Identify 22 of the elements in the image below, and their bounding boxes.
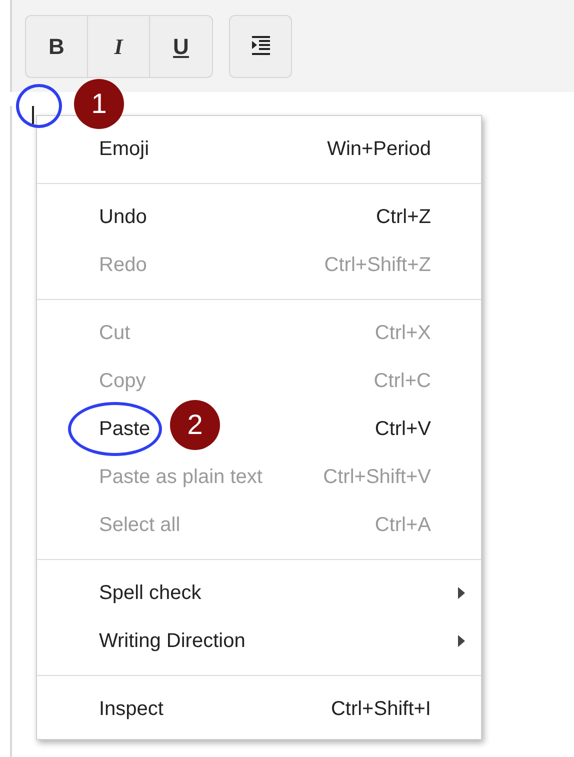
shortcut-label: Win+Period [327, 137, 431, 162]
indent-button[interactable] [229, 14, 292, 78]
menu-item[interactable]: Spell check [99, 578, 202, 608]
menu-item[interactable]: Emoji [99, 134, 150, 164]
menu-item[interactable]: Inspect [99, 694, 164, 724]
highlight-ring [16, 84, 62, 128]
menu-item[interactable]: Undo [99, 202, 147, 232]
shortcut-label: Ctrl+X [374, 321, 431, 346]
indent-icon [250, 35, 272, 57]
format-button[interactable]: I [88, 16, 150, 76]
shortcut-label: Ctrl+Shift+Z [324, 253, 431, 278]
shortcut-label: Ctrl+Shift+V [323, 465, 431, 490]
shortcut-label: Ctrl+Shift+I [330, 697, 431, 722]
menu-item[interactable]: Paste [99, 414, 150, 444]
shortcut-label: Ctrl+Z [376, 205, 431, 230]
shortcut-label: Ctrl+C [374, 369, 431, 394]
shortcut-label: Ctrl+A [374, 513, 431, 538]
shortcut-label: Ctrl+V [374, 417, 431, 442]
format-button[interactable]: U [150, 16, 212, 76]
menu-item[interactable]: Writing Direction [99, 626, 246, 656]
text-cursor-icon [32, 106, 34, 124]
format-button[interactable]: B [26, 16, 88, 76]
